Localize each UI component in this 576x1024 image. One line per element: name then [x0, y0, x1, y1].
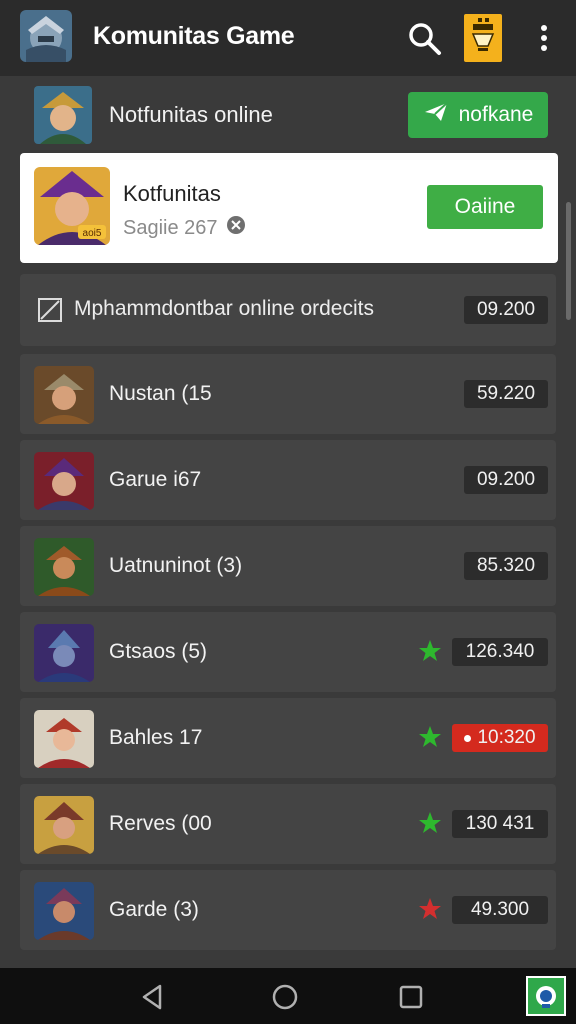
- value-badge: 130 431: [452, 810, 548, 838]
- star-icon: [418, 639, 442, 663]
- value-badge: 59.220: [464, 380, 548, 408]
- list-item-label: Uatnuninot (3): [109, 554, 243, 577]
- app-title: Komunitas Game: [93, 22, 295, 50]
- star-icon: [418, 811, 442, 835]
- list-item-label: Nustan (15: [109, 382, 212, 405]
- list-item-label: Rerves (00: [109, 812, 212, 835]
- back-icon[interactable]: [138, 982, 168, 1012]
- checkbox[interactable]: [38, 298, 62, 322]
- notify-button-label: nofkane: [458, 103, 534, 126]
- list-item-label: Bahles 17: [109, 726, 203, 749]
- scrollbar[interactable]: [566, 202, 571, 320]
- online-button[interactable]: Oaiine: [427, 185, 543, 229]
- list-item[interactable]: Garue i67 09.200: [20, 440, 556, 520]
- alert-dot-icon: [464, 734, 472, 742]
- featured-subtitle-text: Sagiie 267: [123, 216, 218, 239]
- app-bar: Komunitas Game: [0, 0, 576, 76]
- list-header-label: Mphammdontbar online ordecits: [74, 297, 374, 320]
- avatar: [34, 796, 94, 854]
- system-nav-bar: [0, 968, 576, 1024]
- list-item[interactable]: Uatnuninot (3) 85.320: [20, 526, 556, 606]
- list-item-label: Garue i67: [109, 468, 202, 491]
- robot-icon[interactable]: [464, 14, 502, 62]
- avatar: aoi5: [34, 167, 110, 245]
- list-item-label: Gtsaos (5): [109, 640, 208, 663]
- avatar-badge: aoi5: [83, 228, 102, 239]
- recents-icon[interactable]: [396, 982, 426, 1012]
- online-label: Notfunitas online: [109, 102, 273, 127]
- avatar: [34, 452, 94, 510]
- value-badge: 85.320: [464, 552, 548, 580]
- search-icon[interactable]: [404, 18, 444, 58]
- content-area: Notfunitas online nofkane aoi5 Kotfunita…: [0, 76, 576, 968]
- close-circle-icon[interactable]: [226, 215, 246, 241]
- alert-value-badge: 10:320: [452, 724, 548, 752]
- list-item[interactable]: Rerves (00 130 431: [20, 784, 556, 864]
- alert-value: 10:320: [477, 727, 536, 748]
- avatar: [34, 624, 94, 682]
- avatar: [34, 538, 94, 596]
- value-badge: 09.200: [464, 466, 548, 494]
- list-item[interactable]: Bahles 17 10:320: [20, 698, 556, 778]
- app-logo-icon[interactable]: [20, 10, 72, 62]
- more-vert-icon[interactable]: [530, 20, 558, 56]
- star-icon: [418, 725, 442, 749]
- value-badge: 09.200: [464, 296, 548, 324]
- widget-icon[interactable]: [526, 976, 566, 1016]
- avatar: [34, 882, 94, 940]
- list-item[interactable]: Garde (3) 49.300: [20, 870, 556, 950]
- online-row: Notfunitas online nofkane: [0, 76, 576, 154]
- featured-title: Kotfunitas: [123, 181, 221, 206]
- list-item[interactable]: Gtsaos (5) 126.340: [20, 612, 556, 692]
- avatar: [34, 710, 94, 768]
- avatar: [34, 86, 92, 144]
- featured-card[interactable]: aoi5 Kotfunitas Sagiie 267 Oaiine: [20, 153, 558, 263]
- notify-button[interactable]: nofkane: [408, 92, 548, 138]
- list-item-label: Garde (3): [109, 898, 199, 921]
- star-icon: [418, 897, 442, 921]
- home-icon[interactable]: [270, 982, 300, 1012]
- featured-subtitle: Sagiie 267: [123, 215, 246, 241]
- value-badge: 126.340: [452, 638, 548, 666]
- list-item[interactable]: Nustan (15 59.220: [20, 354, 556, 434]
- list-header[interactable]: Mphammdontbar online ordecits 09.200: [20, 274, 556, 346]
- value-badge: 49.300: [452, 896, 548, 924]
- send-icon: [423, 101, 449, 129]
- avatar: [34, 366, 94, 424]
